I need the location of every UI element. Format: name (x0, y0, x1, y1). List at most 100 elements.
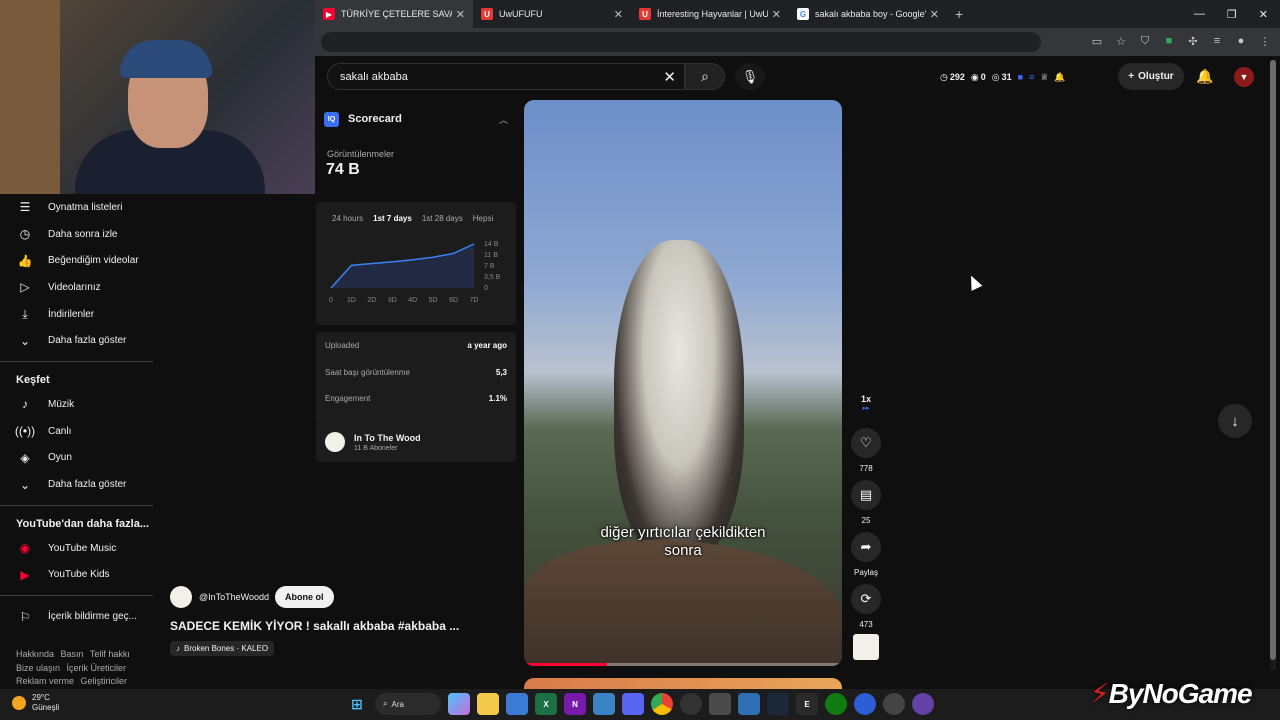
footer-link[interactable]: Bize ulaşın (16, 663, 60, 673)
browser-tab[interactable]: G sakalı akbaba boy - Google'da ara ✕ (789, 0, 947, 28)
share-label: Paylaş (853, 568, 878, 577)
more-icon[interactable]: ⋮ (1258, 34, 1272, 48)
video-progress-bar[interactable] (524, 663, 842, 666)
minimize-icon[interactable]: — (1194, 8, 1205, 20)
twitch-studio-icon[interactable] (912, 693, 934, 715)
file-explorer-icon[interactable] (477, 693, 499, 715)
subscribe-button[interactable]: Abone ol (275, 586, 334, 608)
windows-start-icon[interactable]: ⊞ (346, 693, 368, 715)
chevron-up-icon[interactable]: ︿ (499, 113, 508, 126)
playback-speed-button[interactable]: 1x ▸▸ (851, 388, 881, 418)
sidebar-item-your-videos[interactable]: ▷ Videolarınız (0, 274, 155, 301)
browser-tab[interactable]: U İnteresting Hayvanlar | UwUFUFU ✕ (631, 0, 789, 28)
puzzle-icon[interactable]: ✣ (1186, 34, 1200, 48)
footer-link[interactable]: İçerik Üreticiler (67, 663, 127, 673)
calculator-icon[interactable] (709, 693, 731, 715)
sidebar-item-playlists[interactable]: ☰ Oynatma listeleri (0, 194, 155, 221)
cast-icon[interactable]: ▭ (1090, 34, 1104, 48)
profile-icon[interactable]: ● (1234, 34, 1248, 48)
music-chip[interactable]: ♪ Broken Bones · KALEO (170, 641, 275, 656)
star-icon[interactable]: ☆ (1114, 34, 1128, 48)
taskbar-search[interactable]: ⌕ Ara (375, 693, 441, 715)
paint-icon[interactable] (738, 693, 760, 715)
ea-icon[interactable] (854, 693, 876, 715)
channel-handle[interactable]: @InToTheWoodd (199, 592, 269, 602)
footer-link[interactable]: Geliştiriciler (81, 676, 128, 686)
tab-first-7-days[interactable]: 1st 7 days (373, 214, 412, 223)
browser-tab[interactable]: U UwUFUFU ✕ (473, 0, 631, 28)
sidebar-item-show-more[interactable]: ⌄ Daha fazla göster (0, 327, 155, 354)
sidebar-item-live[interactable]: ((•)) Canlı (0, 418, 155, 445)
remix-button[interactable]: ⟳ (851, 584, 881, 614)
scrollbar[interactable] (1270, 60, 1276, 670)
channel-avatar[interactable] (170, 586, 192, 608)
close-icon[interactable]: ✕ (772, 8, 781, 21)
channel-subscribers: 11 B Aboneler (354, 444, 398, 452)
close-icon[interactable]: ✕ (663, 68, 676, 86)
sidebar-item-music[interactable]: ♪ Müzik (0, 391, 155, 418)
tab-all[interactable]: Hepsi (473, 214, 493, 223)
extension-green-icon[interactable]: ■ (1162, 34, 1176, 48)
sidebar-item-youtube-kids[interactable]: ▶ YouTube Kids (0, 562, 155, 589)
xbox-icon[interactable] (825, 693, 847, 715)
sidebar-item-watch-later[interactable]: ◷ Daha sonra izle (0, 221, 155, 248)
sidebar-item-liked[interactable]: 👍 Beğendiğim videolar (0, 247, 155, 274)
sidebar-item-report[interactable]: ⚐ İçerik bildirme geç... (0, 603, 155, 630)
close-icon[interactable]: ✕ (456, 8, 465, 21)
url-field[interactable] (321, 32, 1041, 52)
sidebar-item-youtube-music[interactable]: ◉ YouTube Music (0, 535, 155, 562)
footer-link[interactable]: Basın (61, 649, 84, 659)
onenote-icon[interactable]: N (564, 693, 586, 715)
sidebar-item-show-more[interactable]: ⌄ Daha fazla göster (0, 471, 155, 498)
restore-icon[interactable]: ❐ (1227, 8, 1237, 21)
x-tick-label: 4D (408, 297, 417, 304)
copilot-icon[interactable] (448, 693, 470, 715)
next-short-button[interactable]: ↓ (1218, 404, 1252, 438)
share-button[interactable]: ➦ (851, 532, 881, 562)
browser-tab[interactable]: ▶ TÜRKİYE ÇETELERE SAVAŞ AÇTI ✕ (315, 0, 473, 28)
tab-first-28-days[interactable]: 1st 28 days (422, 214, 463, 223)
avatar[interactable]: ▼ (1234, 67, 1254, 87)
x-tick-label: 5D (429, 297, 438, 304)
media-icon[interactable]: ≡ (1210, 34, 1224, 48)
scorecard-channel[interactable]: In To The Wood 11 B Aboneler (316, 422, 516, 462)
list-icon[interactable]: ≡ (1029, 72, 1034, 82)
voice-search-button[interactable]: 🎙 (735, 63, 765, 90)
sidebar-item-gaming[interactable]: ◈ Oyun (0, 445, 155, 472)
close-icon[interactable]: ✕ (614, 8, 623, 21)
sidebar-item-downloads[interactable]: ⤓ İndirilenler (0, 301, 155, 328)
epic-games-icon[interactable]: E (796, 693, 818, 715)
footer-link[interactable]: Telif hakkı (90, 649, 130, 659)
trophy-icon[interactable]: ♕ (1040, 72, 1048, 83)
like-button[interactable]: ♡ (851, 428, 881, 458)
store-icon[interactable] (506, 693, 528, 715)
notification-alert-icon[interactable]: 🔔 (1054, 72, 1065, 83)
footer-links: Hakkında Basın Telif hakkı Bize ulaşın İ… (16, 648, 156, 689)
weather-widget[interactable]: 29°C Güneşli (12, 693, 59, 713)
shorts-video-player[interactable]: diğer yırtıcılar çekildikten sonra (524, 100, 842, 666)
vidiq-icon[interactable]: ■ (1018, 72, 1023, 82)
ubisoft-icon[interactable] (883, 693, 905, 715)
sound-thumbnail[interactable] (853, 634, 879, 660)
search-button[interactable]: ⌕ (685, 63, 725, 90)
steam-icon[interactable] (767, 693, 789, 715)
notepad-icon[interactable] (593, 693, 615, 715)
shield-icon[interactable]: ⛉ (1138, 34, 1152, 48)
chrome-icon[interactable] (651, 693, 673, 715)
shorts-actions: 1x ▸▸ ♡ 778 ▤ 25 ➦ Paylaş ⟳ 473 (849, 388, 883, 660)
section-title-more: YouTube'dan daha fazla... (16, 517, 149, 530)
footer-link[interactable]: Reklam verme (16, 676, 74, 686)
close-icon[interactable]: ✕ (930, 8, 939, 21)
discord-icon[interactable] (622, 693, 644, 715)
create-button[interactable]: + Oluştur (1118, 63, 1184, 90)
search-input[interactable]: sakalı akbaba ✕ (327, 63, 685, 90)
new-tab-icon[interactable]: + (955, 6, 963, 22)
tab-24-hours[interactable]: 24 hours (332, 214, 363, 223)
footer-link[interactable]: Hakkında (16, 649, 54, 659)
obs-icon[interactable] (680, 693, 702, 715)
bell-icon[interactable]: 🔔 (1196, 66, 1214, 86)
video-title[interactable]: SADECE KEMİK YİYOR ! sakallı akbaba #akb… (170, 619, 510, 633)
excel-icon[interactable]: X (535, 693, 557, 715)
close-icon[interactable]: ✕ (1259, 8, 1268, 21)
comment-button[interactable]: ▤ (851, 480, 881, 510)
